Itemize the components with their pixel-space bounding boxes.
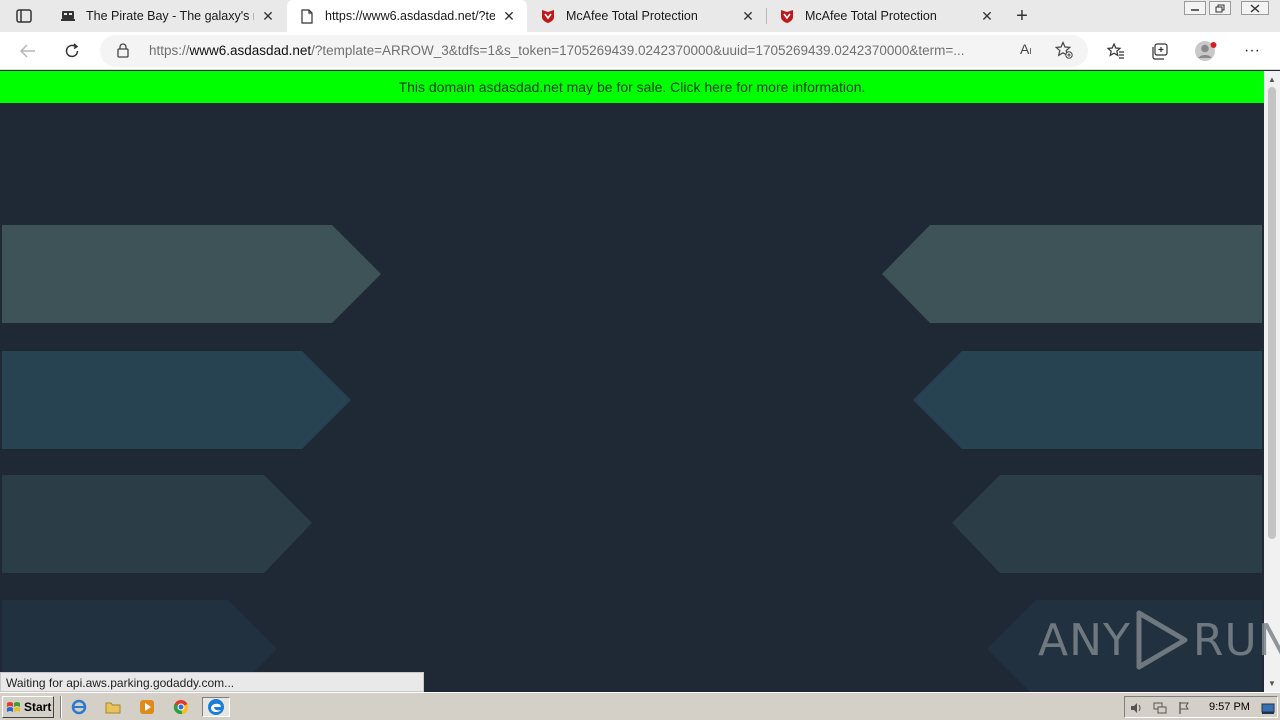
url-path: /?template=ARROW_3&tdfs=1&s_token=170526… <box>311 43 965 58</box>
right-arrow-shape <box>952 475 1262 573</box>
right-arrow-shape <box>882 225 1262 323</box>
arrow-graphics <box>2 225 1262 692</box>
start-button[interactable]: Start <box>2 696 54 718</box>
edge-icon[interactable] <box>202 697 230 717</box>
refresh-icon[interactable] <box>60 39 84 63</box>
tab-title: McAfee Total Protection <box>566 9 698 23</box>
start-label: Start <box>24 700 52 714</box>
url-host: www6.asdasdad.net <box>189 43 312 58</box>
chrome-icon[interactable] <box>170 697 192 717</box>
right-arrow-shape <box>913 351 1262 449</box>
url-text[interactable]: https://www6.asdasdad.net/?template=ARRO… <box>149 43 1009 58</box>
internet-explorer-icon[interactable] <box>68 697 90 717</box>
read-aloud-icon[interactable]: Aₗ <box>1020 41 1032 58</box>
system-tray: 9:57 PM <box>1124 696 1278 718</box>
left-arrow-shape <box>2 475 312 573</box>
page-scrollbar[interactable]: ▲ ▼ <box>1264 71 1280 692</box>
tab-pirate-bay[interactable]: The Pirate Bay - The galaxy's most resil… <box>48 0 286 32</box>
page-icon <box>299 8 315 24</box>
tab-strip: The Pirate Bay - The galaxy's most resil… <box>0 0 1280 32</box>
add-favorite-icon[interactable] <box>1054 41 1073 64</box>
windows-logo-icon <box>7 702 20 712</box>
network-icon[interactable] <box>1153 701 1167 715</box>
tab-title: The Pirate Bay - The galaxy's most resil… <box>86 9 254 23</box>
media-player-icon[interactable] <box>136 697 158 717</box>
show-desktop-icon[interactable] <box>1261 701 1275 715</box>
tab-title: https://www6.asdasdad.net/?template=ARRO… <box>325 9 495 23</box>
new-tab-button[interactable]: + <box>1010 4 1034 28</box>
scroll-up-arrow-icon[interactable]: ▲ <box>1264 72 1280 86</box>
url-prefix: https:// <box>149 43 190 58</box>
speaker-icon[interactable] <box>1129 701 1143 715</box>
action-center-flag-icon[interactable] <box>1177 701 1191 715</box>
close-window-button[interactable] <box>1241 1 1269 15</box>
anyrun-watermark-logo: ANY RUN <box>1038 608 1280 672</box>
mcafee-shield-icon <box>779 8 795 24</box>
tab-asdasdad[interactable]: https://www6.asdasdad.net/?template=ARRO… <box>287 0 527 32</box>
status-bar: Waiting for api.aws.parking.godaddy.com.… <box>0 672 424 692</box>
favorites-icon[interactable] <box>1104 39 1128 63</box>
watermark-text-left: ANY <box>1038 614 1131 666</box>
taskbar-divider <box>60 696 62 718</box>
close-tab-icon[interactable]: ✕ <box>979 8 995 24</box>
scroll-down-arrow-icon[interactable]: ▼ <box>1264 676 1280 690</box>
pirate-ship-icon <box>60 8 76 24</box>
browser-toolbar: https://www6.asdasdad.net/?template=ARRO… <box>0 32 1280 70</box>
scrollbar-thumb[interactable] <box>1268 87 1276 539</box>
more-options-icon[interactable]: ··· <box>1240 39 1264 63</box>
back-arrow-icon[interactable] <box>16 39 40 63</box>
file-explorer-icon[interactable] <box>102 697 124 717</box>
tab-mcafee-1[interactable]: McAfee Total Protection ✕ <box>528 0 766 32</box>
watermark-text-right: RUN <box>1192 614 1280 666</box>
left-arrow-shape <box>2 351 351 449</box>
close-tab-icon[interactable]: ✕ <box>501 8 517 24</box>
close-tab-icon[interactable]: ✕ <box>740 8 756 24</box>
profile-avatar-icon[interactable] <box>1194 39 1218 63</box>
web-page: This domain asdasdad.net may be for sale… <box>0 71 1264 692</box>
play-triangle-icon <box>1136 610 1188 670</box>
minimize-button[interactable] <box>1184 1 1206 15</box>
lock-icon[interactable] <box>117 43 129 63</box>
address-bar[interactable]: https://www6.asdasdad.net/?template=ARRO… <box>100 35 1088 67</box>
taskbar: Start 9:57 PM <box>0 692 1280 720</box>
collections-icon[interactable] <box>1148 39 1172 63</box>
tab-title: McAfee Total Protection <box>805 9 937 23</box>
left-arrow-shape <box>2 225 381 323</box>
restore-button[interactable] <box>1209 1 1231 15</box>
tab-actions-icon[interactable] <box>12 6 36 26</box>
tab-mcafee-2[interactable]: McAfee Total Protection ✕ <box>767 0 1005 32</box>
close-tab-icon[interactable]: ✕ <box>260 8 276 24</box>
taskbar-clock[interactable]: 9:57 PM <box>1209 701 1250 713</box>
mcafee-shield-icon <box>540 8 556 24</box>
domain-for-sale-banner[interactable]: This domain asdasdad.net may be for sale… <box>0 71 1264 103</box>
